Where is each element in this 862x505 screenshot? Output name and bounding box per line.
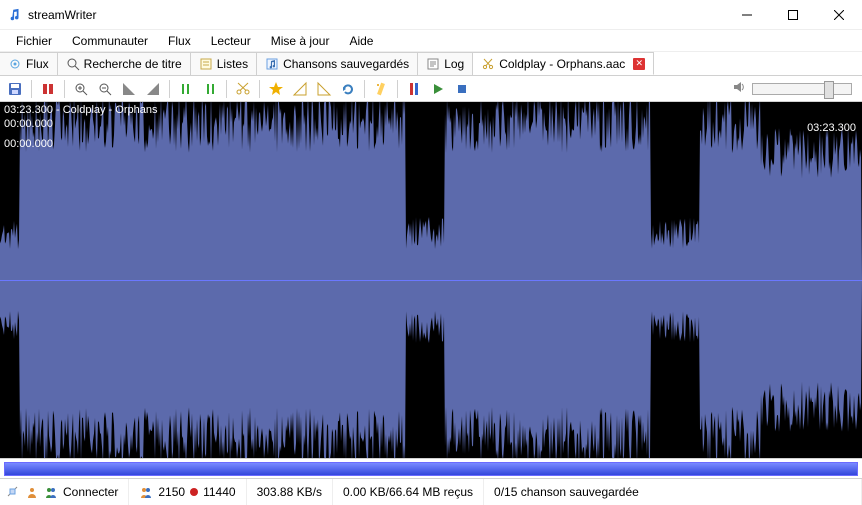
- fade-out-button[interactable]: [313, 78, 335, 100]
- list-icon: [199, 57, 213, 71]
- status-listeners: 2150 11440: [129, 479, 246, 505]
- window-controls: [724, 0, 862, 29]
- menu-communauter[interactable]: Communauter: [62, 31, 158, 51]
- time-start-top-label: 00:00.000: [4, 118, 53, 130]
- search-icon: [66, 57, 80, 71]
- window-title: streamWriter: [28, 8, 724, 22]
- log-icon: [426, 57, 440, 71]
- speaker-icon: [732, 80, 746, 97]
- separator: [64, 80, 65, 98]
- undo-button[interactable]: [37, 78, 59, 100]
- app-icon: [8, 8, 22, 22]
- tab-recherche[interactable]: Recherche de titre: [58, 52, 191, 75]
- tab-label: Listes: [217, 57, 248, 71]
- waveform-centerline: [0, 280, 862, 281]
- minimize-button[interactable]: [724, 0, 770, 29]
- listeners-red: 11440: [203, 485, 235, 499]
- menu-fichier[interactable]: Fichier: [6, 31, 62, 51]
- effects-button[interactable]: [265, 78, 287, 100]
- volume-slider[interactable]: [752, 83, 852, 95]
- saved-value: 0/15 chanson sauvegardée: [494, 485, 639, 499]
- status-connect[interactable]: Connecter: [0, 479, 129, 505]
- stop-button[interactable]: [451, 78, 473, 100]
- menu-maj[interactable]: Mise à jour: [261, 31, 340, 51]
- scissors-icon: [481, 57, 495, 71]
- track-title-label: 03:23.300 - Coldplay - Orphans: [4, 104, 157, 116]
- user-icon: [25, 485, 39, 499]
- restore-button[interactable]: [337, 78, 359, 100]
- close-button[interactable]: [816, 0, 862, 29]
- music-icon: [265, 57, 279, 71]
- volume-control: [732, 80, 858, 97]
- fade-in-button[interactable]: [289, 78, 311, 100]
- tab-close-icon[interactable]: ✕: [633, 58, 645, 70]
- separator: [226, 80, 227, 98]
- zoom-out-button[interactable]: [94, 78, 116, 100]
- position-track[interactable]: [4, 462, 858, 476]
- tab-label: Recherche de titre: [84, 57, 182, 71]
- marker-next-button[interactable]: [199, 78, 221, 100]
- tab-label: Chansons sauvegardés: [283, 57, 409, 71]
- position-bar: [0, 458, 862, 478]
- maximize-button[interactable]: [770, 0, 816, 29]
- separator: [364, 80, 365, 98]
- tab-label: Log: [444, 57, 464, 71]
- menu-aide[interactable]: Aide: [339, 31, 383, 51]
- marker-button[interactable]: [403, 78, 425, 100]
- tab-flux[interactable]: Flux: [0, 52, 58, 75]
- separator: [31, 80, 32, 98]
- waveform-view[interactable]: 03:23.300 - Coldplay - Orphans 00:00.000…: [0, 102, 862, 458]
- received-value: 0.00 KB/66.64 MB reçus: [343, 485, 473, 499]
- auto-cut-button[interactable]: [370, 78, 392, 100]
- time-start-left-label: 00:00.000: [4, 138, 53, 150]
- status-saved: 0/15 chanson sauvegardée: [484, 479, 862, 505]
- tab-label: Flux: [26, 57, 49, 71]
- tab-label: Coldplay - Orphans.aac: [499, 57, 625, 71]
- menu-lecteur[interactable]: Lecteur: [201, 31, 261, 51]
- window-titlebar: streamWriter: [0, 0, 862, 30]
- listeners-green: 2150: [158, 485, 185, 499]
- editor-toolbar: [0, 76, 862, 102]
- tabstrip: Flux Recherche de titre Listes Chansons …: [0, 52, 862, 76]
- separator: [259, 80, 260, 98]
- statusbar: Connecter 2150 11440 303.88 KB/s 0.00 KB…: [0, 478, 862, 505]
- marker-prev-button[interactable]: [175, 78, 197, 100]
- play-button[interactable]: [427, 78, 449, 100]
- separator: [397, 80, 398, 98]
- time-end-label: 03:23.300: [807, 122, 856, 134]
- zoom-in-button[interactable]: [70, 78, 92, 100]
- select-end-button[interactable]: [142, 78, 164, 100]
- tab-sauvegardes[interactable]: Chansons sauvegardés: [257, 52, 418, 75]
- menubar: Fichier Communauter Flux Lecteur Mise à …: [0, 30, 862, 52]
- save-button[interactable]: [4, 78, 26, 100]
- tab-track[interactable]: Coldplay - Orphans.aac ✕: [473, 52, 654, 75]
- separator: [169, 80, 170, 98]
- radio-icon: [8, 57, 22, 71]
- bitrate-value: 303.88 KB/s: [257, 485, 322, 499]
- select-start-button[interactable]: [118, 78, 140, 100]
- status-received: 0.00 KB/66.64 MB reçus: [333, 479, 484, 505]
- users-icon: [139, 485, 153, 499]
- status-connect-label: Connecter: [63, 485, 118, 499]
- record-dot-icon: [190, 488, 198, 496]
- users-icon: [44, 485, 58, 499]
- menu-flux[interactable]: Flux: [158, 31, 201, 51]
- tab-listes[interactable]: Listes: [191, 52, 257, 75]
- volume-thumb[interactable]: [824, 81, 834, 99]
- status-bitrate: 303.88 KB/s: [247, 479, 333, 505]
- plug-icon: [6, 485, 20, 499]
- tab-log[interactable]: Log: [418, 52, 473, 75]
- cut-button[interactable]: [232, 78, 254, 100]
